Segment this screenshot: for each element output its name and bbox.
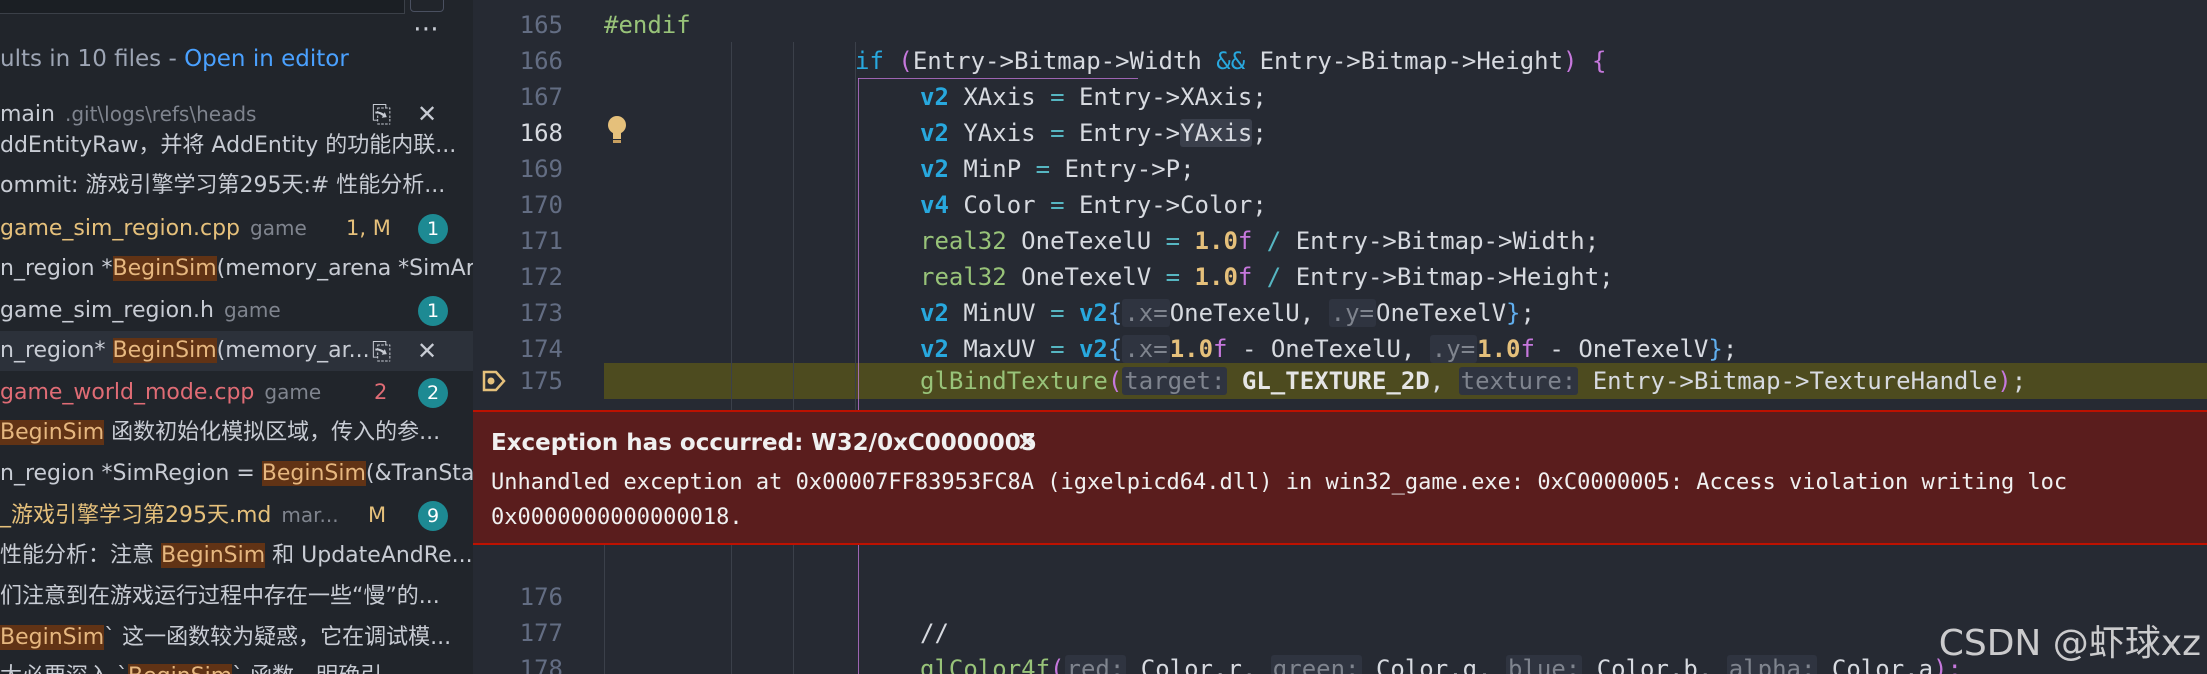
match-count-badge: 1 [418,296,448,326]
code-line: v2 XAxis = Entry->XAxis; [920,83,1267,111]
match-highlight: BeginSim [112,256,217,281]
lightbulb-icon[interactable] [606,115,628,145]
match-line[interactable]: 性能分析：注意 BeginSim 和 UpdateAndRe... [0,536,473,576]
code-line: // [920,619,949,647]
file-result[interactable]: game_sim_region.cpp game 1, M 1 [0,208,473,248]
exception-message: 0x0000000000000018. [491,505,743,530]
file-result[interactable]: game_sim_region.h game 1 [0,290,473,330]
indent-guide [793,42,794,410]
file-path: game [223,298,281,322]
indent-guide [604,545,605,674]
execution-pointer-icon [482,370,506,392]
line-number: 170 [519,191,563,219]
code-line: glColor4f(red: Color.r, green: Color.g, … [920,651,1962,674]
file-path: game [264,380,322,404]
line-number: 169 [519,155,563,183]
git-status-badge: M [368,503,387,527]
code-line: real32 OneTexelU = 1.0f / Entry->Bitmap-… [920,227,1600,255]
file-name: game_sim_region.cpp [0,216,241,241]
match-count-badge: 2 [418,378,448,408]
indent-guide [731,545,732,674]
indent-guide [855,42,856,410]
file-result[interactable]: _游戏引擎学习第295天.md mar... M 9 [0,495,473,535]
line-number-current: 168 [519,119,563,147]
line-number: 178 [519,655,563,674]
match-line[interactable]: BeginSim` 这一函数较为疑惑，它在调试模... [0,618,473,658]
watermark: CSDN @虾球xz [1938,623,2201,664]
code-line: v4 Color = Entry->Color; [920,191,1267,219]
active-indent-guide [858,545,859,674]
file-path: mar... [281,503,339,527]
match-line[interactable]: 太必要深入 `BeginSim` 函数，明确引... [0,657,473,674]
file-path: game [250,216,307,240]
match-line[interactable]: ddEntityRaw，并将 AddEntity 的功能内联... [0,126,473,166]
match-highlight: BeginSim [261,461,366,486]
replace-icon[interactable]: ⎘ [372,331,391,371]
open-in-editor-link[interactable]: Open in editor [184,46,349,72]
file-name: main [0,102,55,127]
results-count: ults in 10 files - [0,46,185,72]
exception-widget: Exception has occurred: W32/0xC0000005 ✕… [473,410,2207,545]
search-input[interactable]: ace [0,0,405,14]
code-line: v2 MaxUV = v2{.x=1.0f - OneTexelU, .y=1.… [920,335,1738,363]
results-summary: ults in 10 files - Open in editor [0,46,349,72]
line-number: 174 [519,335,563,363]
line-number: 173 [519,299,563,327]
file-result[interactable]: game_world_mode.cpp game 2 2 [0,372,473,412]
match-line[interactable]: BeginSim 函数初始化模拟区域，传入的参... [0,413,473,453]
line-number: 172 [519,263,563,291]
search-sidebar: ace ⋯ ults in 10 files - Open in editor … [0,0,473,674]
indent-guide [793,545,794,674]
line-number: 176 [519,583,563,611]
code-line: v2 MinP = Entry->P; [920,155,1195,183]
match-highlight: BeginSim [0,625,105,650]
line-number: 171 [519,227,563,255]
exception-message: Unhandled exception at 0x00007FF83953FC8… [491,470,2068,495]
line-number: 166 [519,47,563,75]
code-line: v2 MinUV = v2{.x=OneTexelU, .y=OneTexelV… [920,299,1535,327]
match-line-selected[interactable]: n_region* BeginSim(memory_ar... ⎘ ✕ [0,331,473,371]
match-line[interactable]: 们注意到在游戏运行过程中存在一些“慢”的... [0,577,473,617]
match-line[interactable]: n_region *SimRegion = BeginSim(&TranSta.… [0,454,473,494]
code-line: #endif [604,11,691,39]
search-options-button[interactable] [410,0,444,12]
match-count-badge: 9 [418,501,448,531]
more-actions-icon[interactable]: ⋯ [413,16,441,42]
dismiss-icon[interactable]: ✕ [417,331,437,371]
match-highlight: BeginSim [0,420,105,445]
match-highlight: BeginSim [112,338,217,363]
match-line[interactable]: n_region *BeginSim(memory_arena *SimAr..… [0,249,473,289]
line-number: 167 [519,83,563,111]
exception-title: Exception has occurred: W32/0xC0000005 [491,430,1037,456]
git-status-badge: 2 [374,380,388,404]
indent-guide [731,42,732,410]
match-highlight: BeginSim [161,543,266,568]
match-count-badge: 1 [418,214,448,244]
code-line: real32 OneTexelV = 1.0f / Entry->Bitmap-… [920,263,1614,291]
file-name: game_sim_region.h [0,298,214,323]
match-line[interactable]: ommit: 游戏引擎学习第295天:# 性能分析... [0,166,473,206]
active-indent-guide [858,78,859,410]
match-highlight: BeginSim [128,664,233,674]
line-number: 165 [519,11,563,39]
git-status-badge: 1, M [346,216,391,240]
code-editor[interactable]: 165 166 167 168 169 170 171 172 173 174 … [473,0,2207,674]
code-line: v2 YAxis = Entry->YAxis; [920,119,1267,147]
code-line: if (Entry->Bitmap->Width && Entry->Bitma… [855,47,1607,75]
close-icon[interactable]: ✕ [1016,428,1038,458]
line-number: 177 [519,619,563,647]
file-path: .git\logs\refs\heads [64,102,257,126]
code-line-current: glBindTexture(target: GL_TEXTURE_2D, tex… [920,367,2027,395]
file-name: _游戏引擎学习第295天.md [0,503,272,528]
file-name: game_world_mode.cpp [0,380,255,405]
